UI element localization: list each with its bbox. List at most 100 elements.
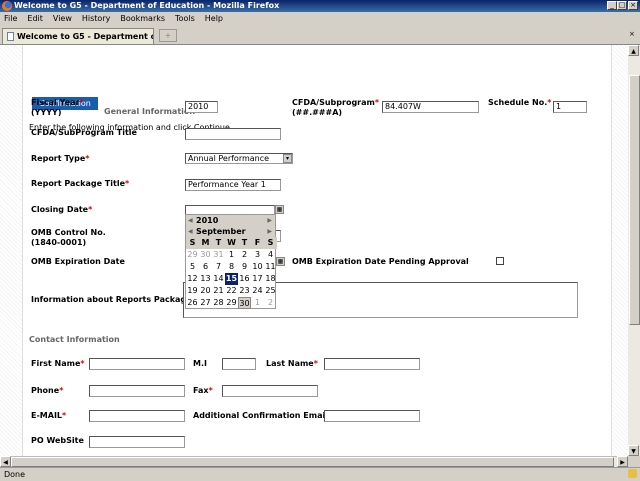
calendar-day[interactable]: 30 [199,249,212,261]
prev-month-icon[interactable]: ◀ [188,226,193,237]
chevron-down-icon[interactable]: ▾ [283,154,292,163]
email-label: E-MAIL* [31,411,67,420]
calendar-day[interactable]: 31 [212,249,225,261]
menu-view[interactable]: View [53,14,72,23]
scroll-left-icon[interactable]: ◀ [0,456,11,467]
cfda-title-input[interactable] [185,128,281,140]
fax-input[interactable] [222,385,318,397]
calendar-day[interactable]: 1 [225,249,238,261]
menu-file[interactable]: File [4,14,17,23]
calendar-day[interactable]: 24 [251,285,264,297]
weekday-header: S [264,237,277,249]
email-input[interactable] [89,410,185,422]
scroll-down-icon[interactable]: ▼ [628,445,639,456]
weekday-header: W [225,237,238,249]
calendar-day[interactable]: 21 [212,285,225,297]
close-button[interactable]: × [628,1,638,10]
calendar-day[interactable]: 29 [186,249,199,261]
scroll-up-icon[interactable]: ▲ [628,45,639,56]
phone-input[interactable] [89,385,185,397]
next-month-icon[interactable]: ▶ [267,226,272,237]
calendar-day[interactable]: 13 [199,273,212,285]
po-website-input[interactable] [89,436,185,448]
first-name-input[interactable] [89,358,185,370]
calendar-day[interactable]: 18 [264,273,277,285]
calendar-day[interactable]: 2 [238,249,251,261]
calendar-day[interactable]: 10 [251,261,264,273]
weekday-header: T [238,237,251,249]
menu-help[interactable]: Help [205,14,223,23]
calendar-day[interactable]: 3 [251,249,264,261]
weekday-header: T [212,237,225,249]
calendar-day[interactable]: 6 [199,261,212,273]
additional-email-label: Additional Confirmation Email [193,411,328,420]
calendar-day[interactable]: 28 [212,297,225,309]
calendar-day[interactable]: 19 [186,285,199,297]
menu-bar: File Edit View History Bookmarks Tools Help [0,12,640,26]
tab-close-icon[interactable]: × [629,30,635,38]
new-tab-button[interactable]: + [159,29,177,42]
horizontal-scroll-thumb[interactable] [11,457,614,467]
menu-bookmarks[interactable]: Bookmarks [120,14,165,23]
report-package-title-input[interactable]: Performance Year 1 [185,179,281,191]
last-name-label: Last Name* [266,359,318,368]
fiscal-year-input[interactable]: 2010 [185,101,218,113]
omb-expiration-calendar-icon[interactable]: ▦ [276,257,285,266]
report-type-label: Report Type* [31,154,90,163]
calendar-day[interactable]: 4 [264,249,277,261]
vertical-scroll-thumb[interactable] [629,75,640,325]
calendar-day[interactable]: 7 [212,261,225,273]
status-bar: Done [0,467,640,480]
menu-history[interactable]: History [82,14,110,23]
calendar-day[interactable]: 20 [199,285,212,297]
scroll-right-icon[interactable]: ▶ [617,456,628,467]
menu-tools[interactable]: Tools [175,14,195,23]
minimize-button[interactable]: _ [607,1,617,10]
calendar-day[interactable]: 30 [238,297,251,309]
status-text: Done [4,470,26,479]
prev-year-icon[interactable]: ◀ [188,215,193,226]
fiscal-year-label: Fiscal Year* (YYYY) [31,98,84,117]
calendar-day[interactable]: 14 [212,273,225,285]
last-name-input[interactable] [324,358,420,370]
calendar-day[interactable]: 5 [186,261,199,273]
menu-edit[interactable]: Edit [27,14,43,23]
calendar-day[interactable]: 17 [251,273,264,285]
mi-label: M.I [193,359,207,368]
calendar-day[interactable]: 29 [225,297,238,309]
calendar-day[interactable]: 22 [225,285,238,297]
calendar-month: September [196,227,246,236]
section-general-information: General Information [104,107,196,116]
section-contact-information: Contact Information [29,335,120,344]
mi-input[interactable] [222,358,256,370]
calendar-icon[interactable]: ▦ [275,205,284,214]
calendar-year-row: ◀ 2010 ▶ [186,215,275,226]
additional-email-input[interactable] [324,410,420,422]
calendar-day[interactable]: 15 [225,273,238,285]
calendar-day[interactable]: 16 [238,273,251,285]
calendar-day[interactable]: 8 [225,261,238,273]
maximize-button[interactable]: □ [617,1,627,10]
omb-pending-label: OMB Expiration Date Pending Approval [292,257,469,266]
calendar-day[interactable]: 12 [186,273,199,285]
lock-icon [628,469,637,478]
report-type-select[interactable]: Annual Performance ▾ [185,153,293,164]
next-year-icon[interactable]: ▶ [267,215,272,226]
calendar-day[interactable]: 2 [264,297,277,309]
calendar-day[interactable]: 25 [264,285,277,297]
calendar-day[interactable]: 26 [186,297,199,309]
calendar-day[interactable]: 11 [264,261,277,273]
tab-welcome[interactable]: Welcome to G5 - Department of Edu... [2,28,154,44]
omb-pending-checkbox[interactable] [496,257,504,265]
calendar-day[interactable]: 9 [238,261,251,273]
schedule-input[interactable]: 1 [553,101,587,113]
weekday-header: M [199,237,212,249]
calendar-day[interactable]: 23 [238,285,251,297]
report-package-title-label: Report Package Title* [31,179,130,188]
info-package-label: Information about Reports Package [31,295,192,304]
cfda-input[interactable]: 84.407W [382,101,479,113]
page-icon [7,32,14,41]
calendar-day[interactable]: 27 [199,297,212,309]
fax-label: Fax* [193,386,213,395]
calendar-day[interactable]: 1 [251,297,264,309]
